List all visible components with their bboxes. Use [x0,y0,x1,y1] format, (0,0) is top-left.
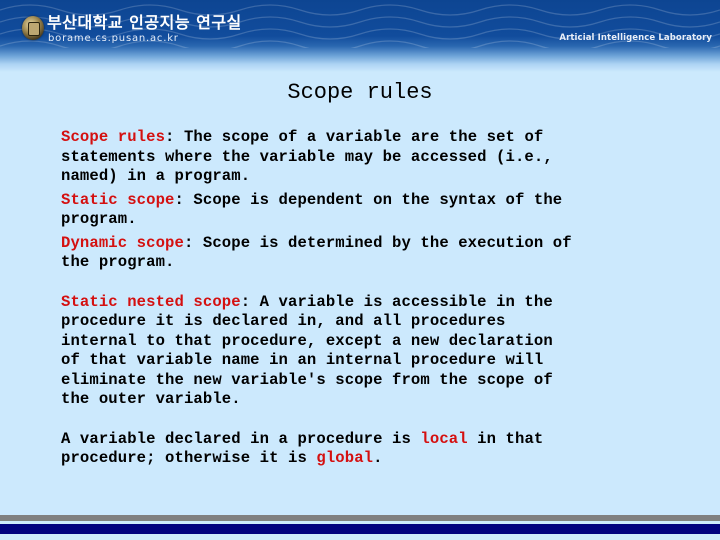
university-emblem-icon [22,16,44,40]
slide-title: Scope rules [287,80,433,105]
statement-text: procedure; otherwise it is [61,449,317,467]
definition-line: statements where the variable may be acc… [61,147,553,166]
lab-url: borame.cs.pusan.ac.kr [48,33,179,44]
statement-line: procedure; otherwise it is global. [61,449,701,469]
definition-line: the program. [61,253,175,271]
definition-text: : A variable is accessible in the [240,292,553,311]
emblem-shield [28,22,40,36]
statement-text: . [373,449,383,467]
statement-text: in that [467,429,544,448]
term-highlight: Scope rules [61,128,166,146]
definition-static-scope: Static scope: Scope is dependent on the … [61,191,701,230]
definition-dynamic-scope: Dynamic scope: Scope is determined by th… [61,234,701,273]
definition-text: : Scope is dependent on the syntax of th… [174,190,563,209]
definition-text: : The scope of a variable are the set of [165,128,544,146]
term-highlight: Dynamic scope [61,233,184,252]
statement-text: A variable declared in a procedure is [61,429,421,448]
definition-line: the outer variable. [61,390,241,408]
definition-line: named) in a program. [61,167,251,185]
footer-navy-bar [0,524,720,534]
definition-static-nested-scope: Static nested scope: A variable is acces… [61,293,701,410]
site-header: 부산대학교 인공지능 연구실 borame.cs.pusan.ac.kr Art… [0,0,720,72]
term-highlight: Static scope [61,190,175,209]
term-local: local [420,429,468,448]
local-global-statement: A variable declared in a procedure is lo… [61,430,701,469]
definition-line: procedure it is declared in, and all pro… [61,312,506,330]
term-highlight: Static nested scope [61,292,241,311]
footer-gray-bar [0,515,720,521]
definition-line: Scope rules: The scope of a variable are… [61,128,701,148]
definition-line: internal to that procedure, except a new… [61,331,553,350]
definition-line: program. [61,210,137,228]
term-global: global [316,449,374,467]
statement-line: A variable declared in a procedure is lo… [61,429,701,450]
definition-line: Static scope: Scope is dependent on the … [61,190,701,211]
definition-line: eliminate the new variable's scope from … [61,370,553,389]
definition-line: of that variable name in an internal pro… [61,351,544,369]
lab-korean-name: 부산대학교 인공지능 연구실 [47,13,242,32]
definition-line: Dynamic scope: Scope is determined by th… [61,233,701,254]
definition-scope-rules: Scope rules: The scope of a variable are… [61,128,701,187]
definition-line: Static nested scope: A variable is acces… [61,292,701,313]
definition-text: : Scope is determined by the execution o… [183,233,572,252]
lab-english-name: Articial Intelligence Laboratory [559,33,712,43]
slide-content: Scope rules: The scope of a variable are… [61,128,701,469]
